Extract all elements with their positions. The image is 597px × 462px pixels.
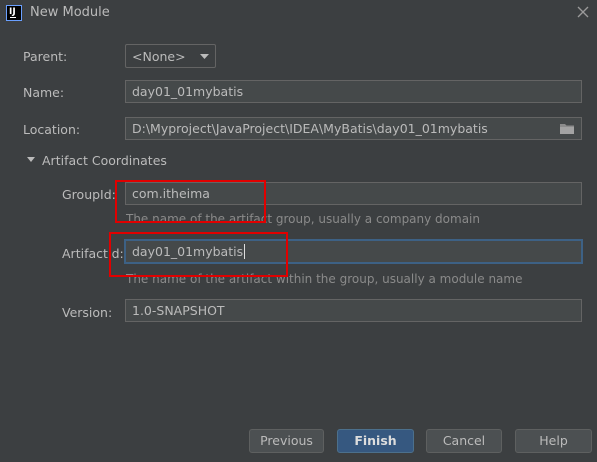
groupid-highlight-box: [115, 180, 266, 223]
title-bar: IJ New Module: [0, 0, 597, 26]
artifactid-highlight-box: [109, 232, 288, 277]
artifact-coordinates-heading: Artifact Coordinates: [42, 153, 167, 168]
folder-icon[interactable]: [559, 122, 575, 135]
new-module-dialog: IJ New Module Parent: <None> Name: day01…: [0, 0, 597, 462]
version-input[interactable]: 1.0-SNAPSHOT: [125, 299, 582, 322]
chevron-down-icon: [200, 54, 209, 59]
previous-button[interactable]: Previous: [249, 429, 324, 453]
parent-select-value: <None>: [132, 49, 186, 64]
intellij-app-icon: IJ: [6, 5, 22, 21]
expand-triangle-icon[interactable]: [26, 156, 36, 164]
name-input[interactable]: day01_01mybatis: [125, 80, 582, 103]
window-title: New Module: [30, 5, 110, 20]
location-input-value: D:\Myproject\JavaProject\IDEA\MyBatis\da…: [132, 121, 488, 136]
version-input-value: 1.0-SNAPSHOT: [132, 303, 225, 318]
groupid-label: GroupId:: [62, 187, 116, 202]
help-button[interactable]: Help: [515, 429, 592, 453]
finish-button[interactable]: Finish: [337, 429, 414, 453]
parent-label: Parent:: [23, 49, 68, 64]
name-input-value: day01_01mybatis: [132, 84, 244, 99]
version-label: Version:: [62, 305, 113, 320]
cancel-button[interactable]: Cancel: [426, 429, 502, 453]
close-icon[interactable]: [574, 2, 592, 22]
parent-select[interactable]: <None>: [125, 44, 216, 68]
location-input[interactable]: D:\Myproject\JavaProject\IDEA\MyBatis\da…: [125, 117, 582, 140]
location-label: Location:: [23, 122, 81, 137]
name-label: Name:: [23, 85, 65, 100]
